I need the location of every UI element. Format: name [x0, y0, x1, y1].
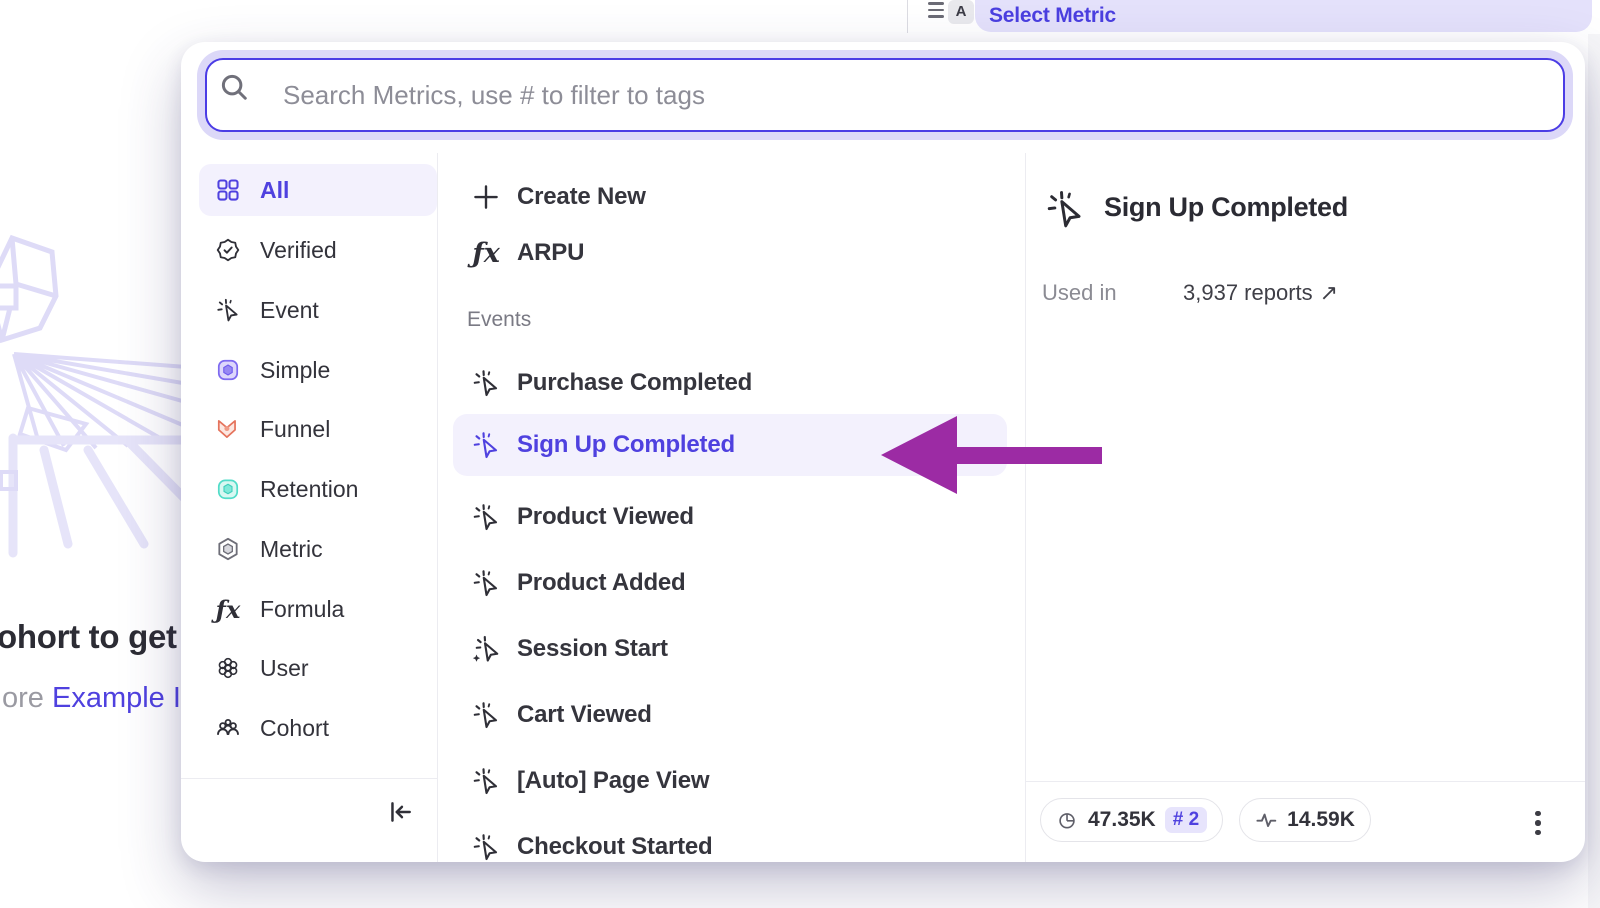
sidebar-item-label: Simple — [260, 357, 330, 384]
select-metric-label: Select Metric — [975, 0, 1592, 31]
background-link-prefix: ore — [2, 682, 52, 714]
sidebar-item-retention[interactable]: Retention — [199, 463, 437, 515]
event-cursor-star-icon — [471, 634, 501, 664]
stat-badge-activity[interactable]: 14.59K — [1239, 798, 1371, 842]
pie-chart-icon — [1056, 809, 1079, 832]
topbar-divider — [907, 0, 908, 33]
row-letter-badge[interactable]: A — [948, 0, 974, 24]
search-input[interactable] — [205, 58, 1565, 132]
event-cursor-icon — [215, 297, 241, 323]
list-item-checkout-started[interactable]: Checkout Started — [471, 825, 713, 862]
used-in-reports-link[interactable]: 3,937 reports ↗ — [1183, 280, 1338, 306]
user-cluster-icon — [215, 655, 241, 681]
background-wireframe-illustration — [0, 228, 200, 558]
reports-count: 3,937 reports — [1183, 280, 1313, 306]
cohort-people-icon — [215, 715, 241, 741]
drag-handle-icon[interactable] — [928, 2, 944, 22]
list-item-sign-up-completed[interactable]: Sign Up Completed — [471, 423, 735, 467]
used-in-row: Used in 3,937 reports ↗ — [1042, 280, 1338, 306]
event-cursor-icon — [471, 700, 501, 730]
query-builder-row: A Select Metric — [0, 0, 1600, 33]
event-cursor-icon — [471, 430, 501, 460]
sidebar-item-label: User — [260, 655, 309, 682]
event-cursor-icon — [471, 766, 501, 796]
funnel-icon — [215, 416, 241, 442]
sidebar-item-label: Cohort — [260, 715, 329, 742]
sidebar-item-label: All — [260, 177, 289, 204]
sidebar-item-label: Event — [260, 297, 319, 324]
list-item-label: Cart Viewed — [517, 701, 652, 729]
list-item-label: ARPU — [517, 239, 584, 267]
stat-badge-total[interactable]: 47.35K # 2 — [1040, 798, 1223, 842]
formula-fx-icon: ƒx — [215, 595, 241, 624]
list-item-purchase-completed[interactable]: Purchase Completed — [471, 361, 752, 405]
event-cursor-icon — [471, 568, 501, 598]
sidebar-item-funnel[interactable]: Funnel — [199, 403, 437, 455]
rank-chip: # 2 — [1165, 807, 1207, 833]
grid-icon — [215, 177, 241, 203]
collapse-panel-icon — [386, 798, 414, 826]
list-item-arpu[interactable]: ƒx ARPU — [471, 231, 584, 275]
sidebar-item-event[interactable]: Event — [199, 284, 437, 336]
sidebar-item-formula[interactable]: ƒx Formula — [199, 583, 437, 635]
formula-fx-icon: ƒx — [471, 238, 501, 269]
background-headline-fragment: ohort to get s — [0, 618, 204, 656]
list-item-label: Sign Up Completed — [517, 431, 735, 459]
sidebar-item-label: Formula — [260, 596, 344, 623]
list-item-cart-viewed[interactable]: Cart Viewed — [471, 693, 652, 737]
search-bar-container — [197, 50, 1573, 140]
list-item-product-added[interactable]: Product Added — [471, 561, 686, 605]
pulse-icon — [1255, 809, 1278, 832]
stat-value: 14.59K — [1287, 808, 1355, 832]
verified-seal-icon — [215, 237, 241, 263]
list-item-label: [Auto] Page View — [517, 767, 709, 795]
list-item-label: Product Added — [517, 569, 686, 597]
events-section-header: Events — [467, 308, 531, 334]
list-item-label: Session Start — [517, 635, 668, 663]
detail-title: Sign Up Completed — [1104, 192, 1348, 223]
event-cursor-icon — [1044, 188, 1086, 230]
event-cursor-icon — [471, 502, 501, 532]
list-item-label: Product Viewed — [517, 503, 694, 531]
sidebar-footer-divider — [181, 778, 437, 779]
list-item-auto-page-view[interactable]: [Auto] Page View — [471, 759, 709, 803]
external-link-arrow-icon: ↗ — [1320, 280, 1338, 306]
metric-picker-dialog: All Verified Event Simple Funnel Retenti… — [181, 42, 1585, 862]
sidebar-item-label: Retention — [260, 476, 358, 503]
sidebar-item-metric[interactable]: Metric — [199, 523, 437, 575]
sidebar-item-label: Funnel — [260, 416, 330, 443]
list-item-product-viewed[interactable]: Product Viewed — [471, 495, 694, 539]
create-new-button[interactable]: Create New — [471, 175, 646, 219]
sidebar-item-simple[interactable]: Simple — [199, 344, 437, 396]
detail-divider — [1025, 153, 1026, 862]
sidebar-item-label: Verified — [260, 237, 337, 264]
list-item-label: Checkout Started — [517, 833, 713, 861]
sidebar-item-label: Metric — [260, 536, 323, 563]
event-cursor-icon — [471, 832, 501, 862]
metric-hexagon-icon — [215, 536, 241, 562]
stat-value: 47.35K — [1088, 808, 1156, 832]
create-new-label: Create New — [517, 183, 646, 211]
more-options-button[interactable] — [1529, 808, 1547, 838]
collapse-sidebar-button[interactable] — [386, 798, 416, 826]
simple-hexagon-icon — [215, 357, 241, 383]
sidebar-item-verified[interactable]: Verified — [199, 224, 437, 276]
sidebar-divider — [437, 153, 438, 862]
select-metric-row[interactable]: Select Metric — [975, 0, 1592, 32]
sidebar-item-cohort[interactable]: Cohort — [199, 702, 437, 754]
detail-footer-divider — [1026, 781, 1585, 782]
event-cursor-icon — [471, 368, 501, 398]
retention-icon — [215, 476, 241, 502]
page-right-gutter — [1588, 34, 1600, 908]
used-in-label: Used in — [1042, 280, 1183, 306]
plus-icon — [471, 182, 501, 212]
list-item-label: Purchase Completed — [517, 369, 752, 397]
list-item-session-start[interactable]: Session Start — [471, 627, 668, 671]
sidebar-item-all[interactable]: All — [199, 164, 437, 216]
detail-stats-row: 47.35K # 2 14.59K — [1040, 798, 1371, 842]
sidebar-item-user[interactable]: User — [199, 642, 437, 694]
